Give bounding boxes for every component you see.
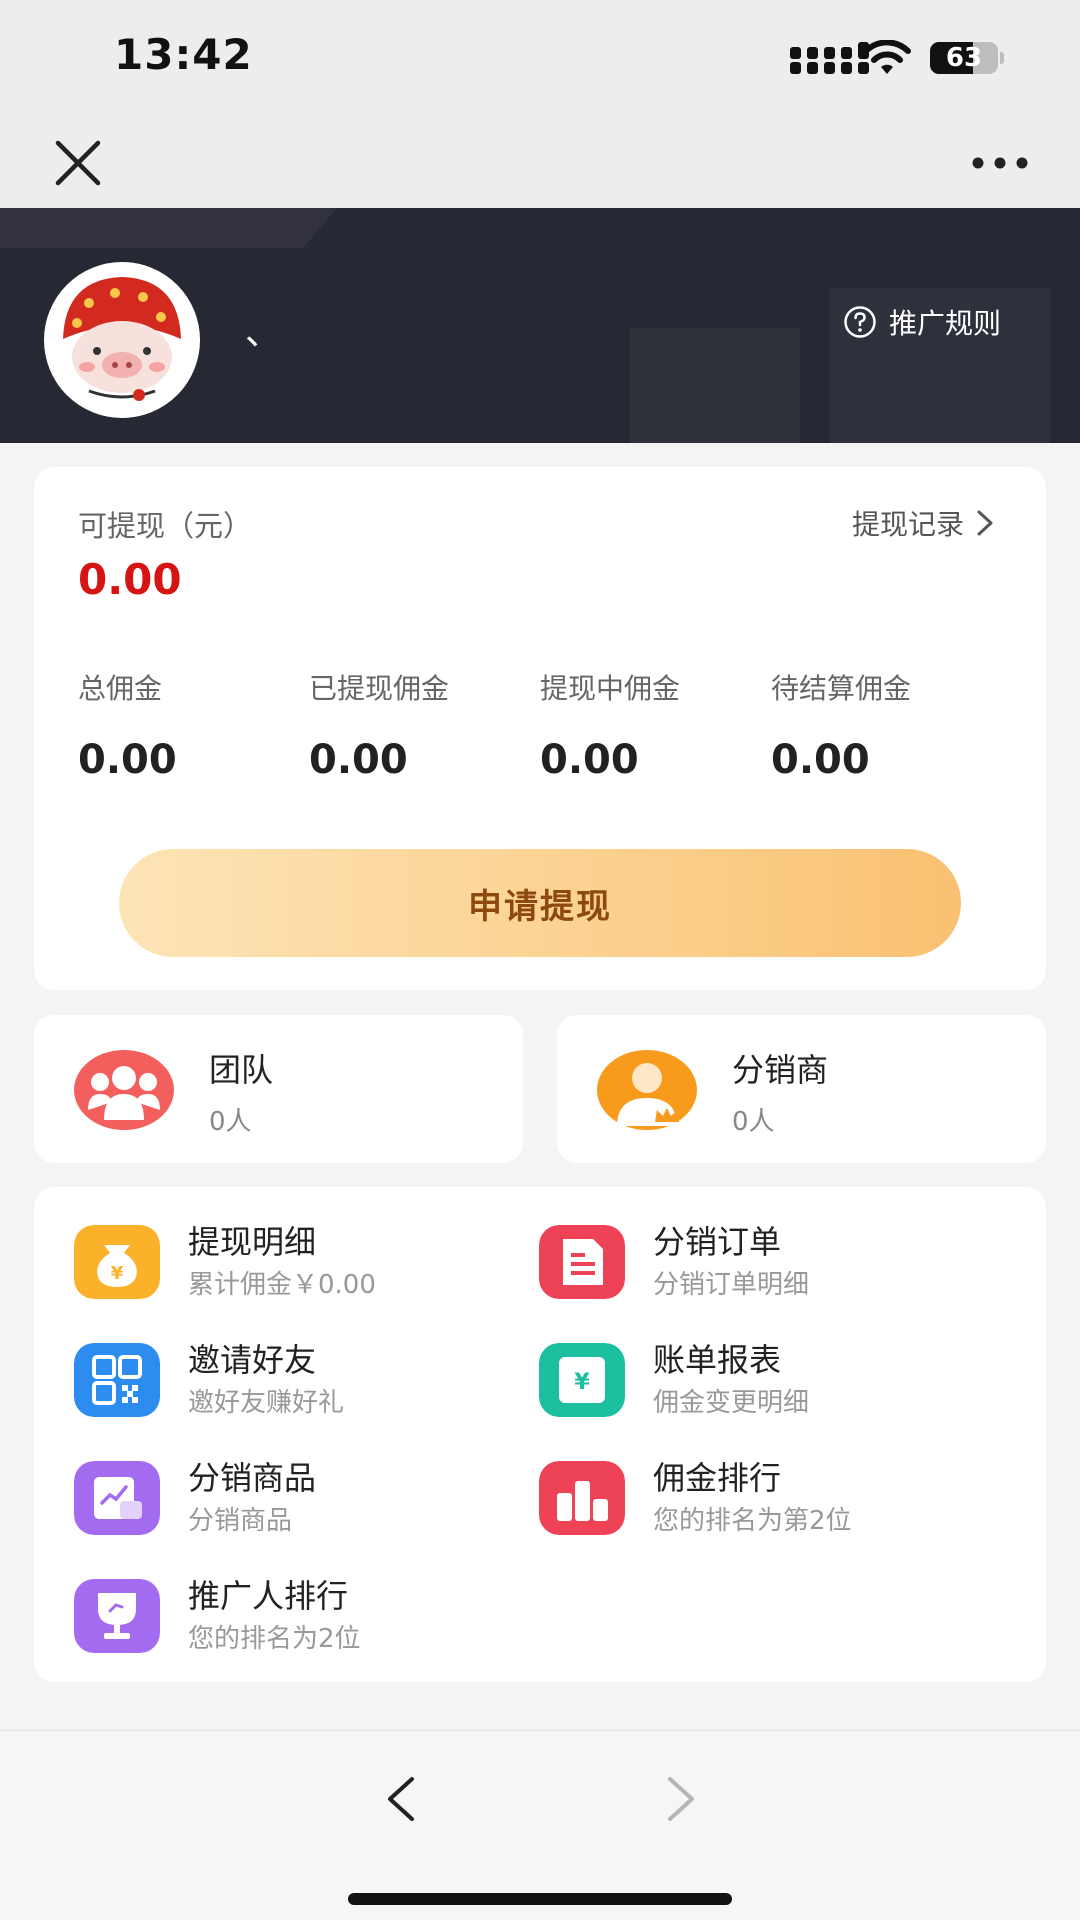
avatar[interactable] [44,262,200,418]
ranking-icon [539,1461,625,1535]
menu-item-subtitle: 分销商品 [188,1506,293,1536]
withdrawable-label: 可提现（元） [78,509,253,543]
stat-value: 0.00 [78,737,177,783]
menu-item-invite-friends[interactable]: 邀请好友 邀好友赚好礼 [74,1335,514,1425]
menu-item-distribution-products[interactable]: 分销商品 分销商品 [74,1453,514,1543]
stat-label: 已提现佣金 [309,672,450,705]
menu-item-bill-report[interactable]: ¥ 账单报表 佣金变更明细 [539,1335,979,1425]
money-bag-icon: ¥ [74,1225,160,1299]
order-icon [539,1225,625,1299]
menu-item-subtitle: 累计佣金￥0.00 [188,1270,376,1300]
username: 、 [245,312,282,353]
team-icon [74,1050,174,1130]
trophy-icon [74,1579,160,1653]
menu-item-promoter-ranking[interactable]: 推广人排行 您的排名为2位 [74,1571,514,1661]
close-icon[interactable] [50,135,106,191]
menu-item-title: 账单报表 [653,1341,782,1379]
question-circle-icon [844,306,876,338]
stat-label: 提现中佣金 [540,672,681,705]
bill-icon: ¥ [539,1343,625,1417]
qrcode-icon [74,1343,160,1417]
menu-item-subtitle: 分销订单明细 [653,1270,810,1300]
stat-pending-commission: 待结算佣金 0.00 [771,667,1001,783]
team-card[interactable]: 团队 0人 [34,1015,523,1163]
withdraw-record-label: 提现记录 [851,508,964,541]
menu-item-subtitle: 佣金变更明细 [653,1388,810,1418]
nav-bar [0,105,1080,208]
stat-total-commission: 总佣金 0.00 [78,667,308,783]
stat-value: 0.00 [540,737,639,783]
team-count: 0人 [209,1107,252,1137]
apply-withdraw-button[interactable]: 申请提现 [119,849,961,957]
distributor-count: 0人 [732,1107,775,1137]
wifi-icon [863,40,911,74]
promotion-rules-label: 推广规则 [889,307,1002,340]
distributor-card[interactable]: 分销商 0人 [557,1015,1046,1163]
svg-text:¥: ¥ [111,1263,124,1284]
menu-item-withdraw-detail[interactable]: ¥ 提现明细 累计佣金￥0.00 [74,1217,514,1307]
home-indicator[interactable] [348,1893,732,1905]
distributor-title: 分销商 [732,1051,829,1089]
menu-item-subtitle: 您的排名为第2位 [653,1506,852,1536]
svg-text:¥: ¥ [574,1370,590,1395]
battery-indicator: 63 [930,42,1004,74]
menu-item-title: 分销订单 [653,1223,782,1261]
withdrawable-value: 0.00 [78,555,182,604]
menu-item-title: 分销商品 [188,1459,317,1497]
menu-item-subtitle: 您的排名为2位 [188,1624,361,1654]
distributor-icon [597,1050,697,1130]
balance-card: 可提现（元） 提现记录 0.00 总佣金 0.00 已提现佣金 0.00 提现中… [34,467,1046,990]
menu-item-title: 邀请好友 [188,1341,317,1379]
promotion-rules-link[interactable]: 推广规则 [843,302,1001,342]
chevron-left-icon[interactable] [378,1769,424,1829]
pig-avatar-image [49,267,195,413]
withdraw-record-link[interactable]: 提现记录 [852,503,996,543]
battery-percentage: 63 [945,43,983,73]
menu-item-commission-ranking[interactable]: 佣金排行 您的排名为第2位 [539,1453,979,1543]
menu-item-title: 提现明细 [188,1223,317,1261]
stat-value: 0.00 [771,737,870,783]
team-title: 团队 [209,1051,274,1089]
menu-item-subtitle: 邀好友赚好礼 [188,1388,345,1418]
bottom-nav-bar [0,1730,1080,1920]
status-time: 13:42 [114,30,253,79]
chevron-right-icon [977,510,993,536]
stat-withdrawing-commission: 提现中佣金 0.00 [540,667,770,783]
more-icon[interactable] [970,145,1030,181]
status-bar: 13:42 63 [0,0,1080,105]
product-icon [74,1461,160,1535]
menu-item-distribution-orders[interactable]: 分销订单 分销订单明细 [539,1217,979,1307]
menu-item-title: 推广人排行 [188,1577,349,1615]
stat-withdrawn-commission: 已提现佣金 0.00 [309,667,539,783]
profile-header: 、 推广规则 [0,208,1080,443]
menu-card: ¥ 提现明细 累计佣金￥0.00 分销订单 分销订单明细 邀请好友 邀好友赚好礼 [34,1187,1046,1682]
menu-item-title: 佣金排行 [653,1459,782,1497]
stat-label: 待结算佣金 [771,672,912,705]
chevron-right-icon[interactable] [658,1769,704,1829]
stat-label: 总佣金 [78,672,163,705]
stat-value: 0.00 [309,737,408,783]
